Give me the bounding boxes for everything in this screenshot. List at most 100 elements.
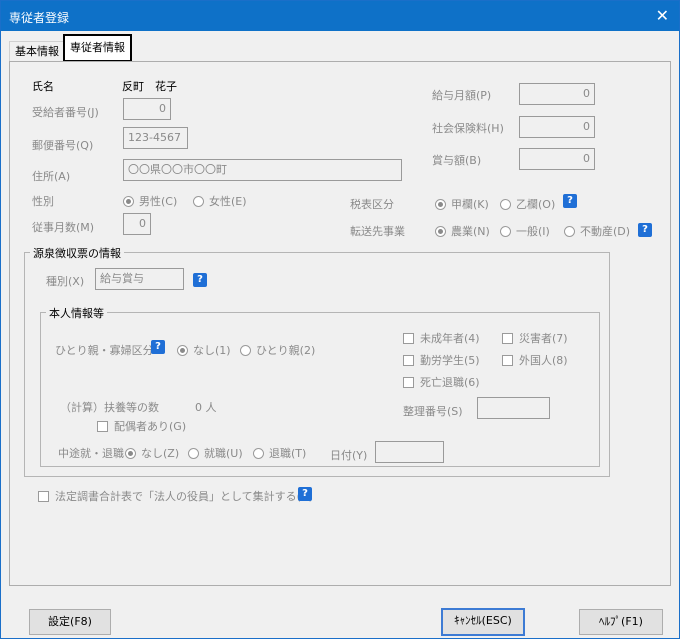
mid-retire-label: 退職(T) (269, 447, 307, 460)
retired-death-checkbox[interactable]: 死亡退職(6) (403, 374, 480, 390)
tax-otsu-radio[interactable]: 乙欄(O) (500, 196, 555, 212)
gender-female-label: 女性(E) (209, 195, 247, 208)
checkbox-icon (502, 355, 513, 366)
name-value: 反町 花子 (122, 80, 177, 93)
transfer-label: 転送先事業 (350, 225, 405, 238)
checkbox-icon (403, 377, 414, 388)
working-student-checkbox[interactable]: 勤労学生(5) (403, 352, 480, 368)
radio-icon (240, 345, 251, 356)
tab-panel: 氏名 反町 花子 受給者番号(J) 0 郵便番号(Q) 123-4567 住所(… (9, 61, 671, 586)
gender-label: 性別 (32, 195, 54, 208)
cancel-button[interactable]: ｷｬﾝｾﾙ(ESC) (441, 608, 525, 636)
withholding-group-title: 源泉徴収票の情報 (30, 245, 124, 261)
midterm-label: 中途就・退職 (58, 447, 124, 460)
checkbox-icon (502, 333, 513, 344)
legal-officer-checkbox[interactable]: 法定調書合計表で「法人の役員」として集計する(R) (38, 488, 313, 504)
dependents-value: 0 人 (195, 401, 217, 414)
tab-basic-info[interactable]: 基本情報 (9, 41, 65, 61)
minor-label: 未成年者(4) (420, 332, 480, 345)
settings-button[interactable]: 設定(F8) (29, 609, 111, 635)
foreigner-checkbox[interactable]: 外国人(8) (502, 352, 568, 368)
disaster-label: 災害者(7) (519, 332, 568, 345)
tab-dependent-info[interactable]: 専従者情報 (63, 34, 132, 62)
close-icon[interactable]: ✕ (656, 6, 669, 25)
address-field[interactable]: 〇〇県〇〇市〇〇町 (123, 159, 402, 181)
radio-icon (500, 199, 511, 210)
kind-field[interactable]: 給与賞与 (95, 268, 184, 290)
ref-no-label: 整理番号(S) (403, 405, 463, 418)
single-parent-radio[interactable]: ひとり親(2) (240, 342, 315, 358)
insurance-field[interactable]: 0 (519, 116, 595, 138)
window-title: 専従者登録 (9, 11, 70, 25)
radio-selected-icon (125, 448, 136, 459)
foreigner-label: 外国人(8) (519, 354, 568, 367)
radio-icon (193, 196, 204, 207)
spouse-checkbox[interactable]: 配偶者あり(G) (97, 418, 186, 434)
insurance-label: 社会保険料(H) (432, 122, 504, 135)
salary-field[interactable]: 0 (519, 83, 595, 105)
dependents-label: （計算）扶養等の数 (60, 401, 159, 414)
disaster-checkbox[interactable]: 災害者(7) (502, 330, 568, 346)
checkbox-icon (403, 333, 414, 344)
radio-selected-icon (435, 199, 446, 210)
checkbox-icon (403, 355, 414, 366)
dialog-window: 専従者登録 ✕ 基本情報 専従者情報 氏名 反町 花子 受給者番号(J) 0 郵… (0, 0, 680, 639)
transfer-general-radio[interactable]: 一般(I) (500, 223, 550, 239)
single-parent-option-label: ひとり親(2) (256, 344, 316, 357)
recipient-no-label: 受給者番号(J) (32, 106, 99, 119)
recipient-no-field[interactable]: 0 (123, 98, 171, 120)
transfer-general-label: 一般(I) (516, 225, 550, 238)
radio-selected-icon (177, 345, 188, 356)
legal-officer-label: 法定調書合計表で「法人の役員」として集計する(R) (55, 490, 313, 503)
radio-icon (188, 448, 199, 459)
transfer-help-icon[interactable]: ? (638, 223, 652, 237)
radio-icon (500, 226, 511, 237)
bonus-field[interactable]: 0 (519, 148, 595, 170)
transfer-realestate-radio[interactable]: 不動産(D) (564, 223, 630, 239)
mid-none-radio[interactable]: なし(Z) (125, 445, 179, 461)
radio-selected-icon (123, 196, 134, 207)
single-parent-help-icon[interactable]: ? (151, 340, 165, 354)
radio-icon (253, 448, 264, 459)
legal-help-icon[interactable]: ? (298, 487, 312, 501)
radio-selected-icon (435, 226, 446, 237)
mid-hire-radio[interactable]: 就職(U) (188, 445, 243, 461)
tax-kou-radio[interactable]: 甲欄(K) (435, 196, 489, 212)
name-label: 氏名 (32, 80, 54, 93)
single-parent-label: ひとり親・寡婦区分 (55, 344, 154, 357)
gender-male-label: 男性(C) (139, 195, 178, 208)
help-button[interactable]: ﾍﾙﾌﾟ(F1) (579, 609, 663, 635)
salary-label: 給与月額(P) (432, 89, 492, 102)
single-none-radio[interactable]: なし(1) (177, 342, 231, 358)
personal-info-title: 本人情報等 (46, 305, 107, 321)
gender-female-radio[interactable]: 女性(E) (193, 193, 247, 209)
kind-help-icon[interactable]: ? (193, 273, 207, 287)
working-student-label: 勤労学生(5) (420, 354, 480, 367)
single-none-label: なし(1) (193, 344, 231, 357)
address-label: 住所(A) (32, 170, 71, 183)
mid-retire-radio[interactable]: 退職(T) (253, 445, 306, 461)
checkbox-icon (38, 491, 49, 502)
gender-male-radio[interactable]: 男性(C) (123, 193, 177, 209)
checkbox-icon (97, 421, 108, 432)
transfer-realestate-label: 不動産(D) (580, 225, 631, 238)
postal-label: 郵便番号(Q) (32, 139, 94, 152)
date-label: 日付(Y) (330, 449, 368, 462)
postal-field[interactable]: 123-4567 (123, 127, 188, 149)
tab-bar: 基本情報 専従者情報 (1, 31, 679, 62)
kind-label: 種別(X) (46, 275, 85, 288)
ref-no-field[interactable] (477, 397, 550, 419)
mid-none-label: なし(Z) (141, 447, 180, 460)
transfer-agri-radio[interactable]: 農業(N) (435, 223, 490, 239)
bonus-label: 賞与額(B) (432, 154, 482, 167)
months-label: 従事月数(M) (32, 221, 95, 234)
date-field[interactable] (375, 441, 444, 463)
tax-help-icon[interactable]: ? (563, 194, 577, 208)
retired-death-label: 死亡退職(6) (420, 376, 480, 389)
mid-hire-label: 就職(U) (204, 447, 243, 460)
tax-category-label: 税表区分 (350, 198, 394, 211)
title-bar: 専従者登録 ✕ (1, 1, 679, 31)
minor-checkbox[interactable]: 未成年者(4) (403, 330, 480, 346)
months-field[interactable]: 0 (123, 213, 151, 235)
spouse-label: 配偶者あり(G) (114, 420, 187, 433)
